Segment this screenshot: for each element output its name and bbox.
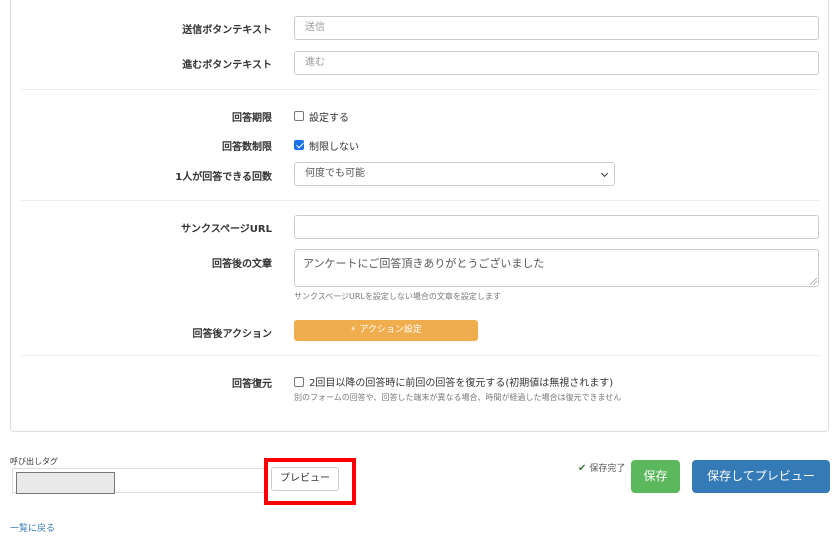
- resize-handle[interactable]: [810, 278, 817, 285]
- after-text-label: 回答後の文章: [212, 259, 272, 270]
- thanks-url-input[interactable]: [294, 215, 819, 239]
- deadline-checkbox[interactable]: [294, 111, 304, 121]
- after-text-help: サンクスページURLを設定しない場合の文章を設定します: [294, 292, 501, 301]
- per-person-label: 1人が回答できる回数: [175, 172, 272, 183]
- after-action-label: 回答後アクション: [192, 329, 273, 340]
- per-person-selected: 何度でも可能: [305, 168, 365, 179]
- restore-checkbox-label[interactable]: 2回目以降の回答時に前回の回答を復元する(初期値は無視されます): [309, 374, 613, 389]
- action-settings-label: アクション設定: [359, 325, 422, 335]
- bolt-icon: ⚡: [350, 325, 357, 335]
- deadline-label: 回答期限: [232, 113, 272, 124]
- next-text-label: 進むボタンテキスト: [182, 60, 272, 71]
- submit-text-input[interactable]: 送信: [294, 16, 819, 40]
- submit-text-label: 送信ボタンテキスト: [182, 25, 272, 36]
- submit-text-placeholder: 送信: [305, 22, 325, 33]
- divider: [21, 89, 820, 90]
- save-and-preview-button[interactable]: 保存してプレビュー: [692, 460, 830, 493]
- saved-status-text: 保存完了: [589, 464, 626, 474]
- check-icon: ✔: [578, 463, 587, 474]
- after-text-value: アンケートにご回答頂きありがとうございました: [303, 257, 545, 270]
- back-to-list-link[interactable]: 一覧に戻る: [10, 521, 55, 534]
- thanks-url-label: サンクスページURL: [181, 224, 272, 235]
- deadline-checkbox-label[interactable]: 設定する: [309, 109, 349, 124]
- saved-status: ✔ 保存完了: [578, 461, 625, 474]
- settings-panel: 送信ボタンテキスト 送信 進むボタンテキスト 進む 回答期限 設定する 回答数制…: [10, 0, 829, 432]
- next-text-placeholder: 進む: [305, 57, 325, 68]
- restore-label: 回答復元: [232, 379, 272, 390]
- restore-checkbox[interactable]: [294, 377, 304, 387]
- after-text-textarea[interactable]: アンケートにご回答頂きありがとうございました: [294, 249, 819, 287]
- action-settings-button[interactable]: ⚡ アクション設定: [294, 320, 478, 341]
- call-tag-value[interactable]: [16, 472, 115, 494]
- chevron-down-icon: [600, 169, 609, 178]
- divider: [21, 200, 820, 201]
- call-tag-label: 呼び出しタグ: [10, 457, 58, 466]
- save-button[interactable]: 保存: [631, 460, 680, 493]
- restore-help: 別のフォームの回答や、回答した端末が異なる場合、時間が経過した場合は復元できませ…: [294, 393, 622, 402]
- divider: [21, 355, 820, 356]
- limit-checkbox-label[interactable]: 制限しない: [309, 138, 359, 153]
- next-text-input[interactable]: 進む: [294, 51, 819, 75]
- call-tag-field[interactable]: [12, 468, 268, 494]
- per-person-select[interactable]: 何度でも可能: [294, 162, 615, 186]
- highlight-box: [264, 458, 356, 505]
- limit-label: 回答数制限: [222, 142, 272, 153]
- limit-checkbox[interactable]: [294, 140, 304, 150]
